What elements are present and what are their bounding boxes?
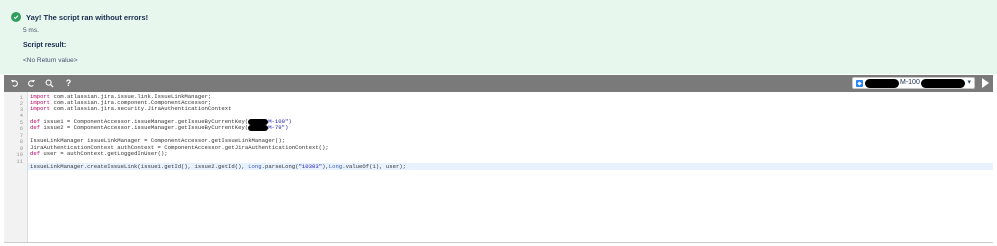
jira-logo-icon — [856, 80, 863, 87]
code-editor[interactable]: 1 2 3 4 5 6 7 8 9 10 11 import com.atlas… — [4, 92, 993, 243]
code-line: def issue2 = ComponentAccessor.issueMana… — [30, 124, 289, 131]
line-number: 11 — [16, 158, 23, 165]
redacted-project-key — [865, 79, 899, 88]
issue-key-select[interactable]: M-100 ▾ — [852, 77, 975, 89]
editor-toolbar: ? M-100 ▾ — [4, 75, 993, 92]
run-icon[interactable] — [982, 78, 989, 88]
chevron-down-icon: ▾ — [967, 79, 971, 86]
search-icon[interactable] — [43, 77, 56, 90]
code-line: import com.atlassian.jira.security.JiraA… — [30, 105, 232, 112]
line-number: 6 — [19, 125, 23, 132]
success-message: Yay! The script ran without errors! — [26, 12, 149, 22]
status-row: Yay! The script ran without errors! — [11, 12, 148, 22]
code-line: issueLinkManager.createIssueLink(issue1.… — [30, 163, 407, 170]
redacted-issue-summary — [921, 79, 965, 88]
script-result-panel: Yay! The script ran without errors! 5 ms… — [0, 0, 997, 74]
redacted-issue-key — [248, 125, 269, 131]
execution-time: 5 ms. — [23, 27, 39, 34]
line-number: 8 — [19, 138, 23, 145]
line-number: 4 — [19, 112, 23, 119]
redo-icon[interactable] — [25, 77, 38, 90]
check-circle-icon — [11, 12, 21, 22]
script-result-label: Script result: — [23, 42, 67, 49]
line-number-gutter: 1 2 3 4 5 6 7 8 9 10 11 — [4, 92, 28, 242]
undo-icon[interactable] — [8, 77, 21, 90]
code-line: def user = authContext.getLoggedInUser()… — [30, 150, 168, 157]
issue-key-suffix: M-100 — [900, 79, 920, 86]
script-result-value: <No Return value> — [23, 57, 78, 64]
help-icon[interactable]: ? — [62, 77, 75, 90]
line-number: 10 — [16, 151, 23, 158]
